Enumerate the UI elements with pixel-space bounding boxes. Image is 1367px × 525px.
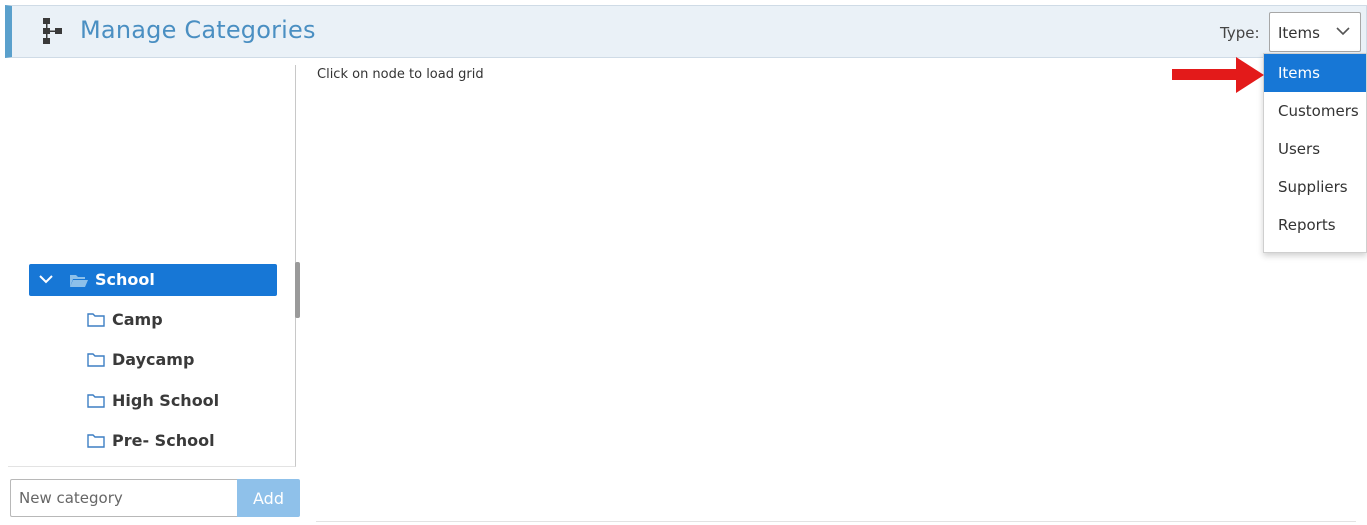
- chevron-down-icon: [1336, 27, 1350, 36]
- page-title: Manage Categories: [80, 16, 316, 44]
- type-select[interactable]: Items: [1269, 12, 1361, 52]
- folder-icon: [87, 434, 105, 448]
- type-dropdown-list: Items Customers Users Suppliers Reports: [1263, 53, 1367, 253]
- tree-node-label: School: [95, 270, 155, 289]
- tree-node-label: Camp: [112, 310, 163, 329]
- category-tree-icon: [43, 18, 62, 44]
- chevron-down-icon[interactable]: [39, 274, 53, 284]
- folder-icon: [87, 394, 105, 408]
- tree-node-school[interactable]: School: [29, 264, 277, 296]
- folder-open-icon: [70, 275, 88, 287]
- divider: [316, 521, 1356, 522]
- annotation-arrow-icon: [1172, 57, 1264, 93]
- dropdown-option-customers[interactable]: Customers: [1264, 92, 1366, 130]
- new-category-input[interactable]: [10, 479, 237, 517]
- folder-icon: [87, 313, 105, 327]
- page-header: Manage Categories Type: Items: [5, 5, 1367, 58]
- tree-node-label: Pre- School: [112, 431, 215, 450]
- tree-scrollbar-thumb[interactable]: [295, 262, 300, 318]
- dropdown-option-users[interactable]: Users: [1264, 130, 1366, 168]
- dropdown-option-reports[interactable]: Reports: [1264, 206, 1366, 244]
- tree-node-label: High School: [112, 391, 220, 410]
- folder-icon: [87, 353, 105, 367]
- dropdown-option-items[interactable]: Items: [1264, 54, 1366, 92]
- add-category-button[interactable]: Add: [237, 479, 300, 517]
- dropdown-option-suppliers[interactable]: Suppliers: [1264, 168, 1366, 206]
- type-label: Type:: [1220, 24, 1260, 42]
- tree-node-label: Daycamp: [112, 350, 195, 369]
- type-select-value: Items: [1278, 24, 1320, 42]
- grid-hint-text: Click on node to load grid: [317, 67, 484, 82]
